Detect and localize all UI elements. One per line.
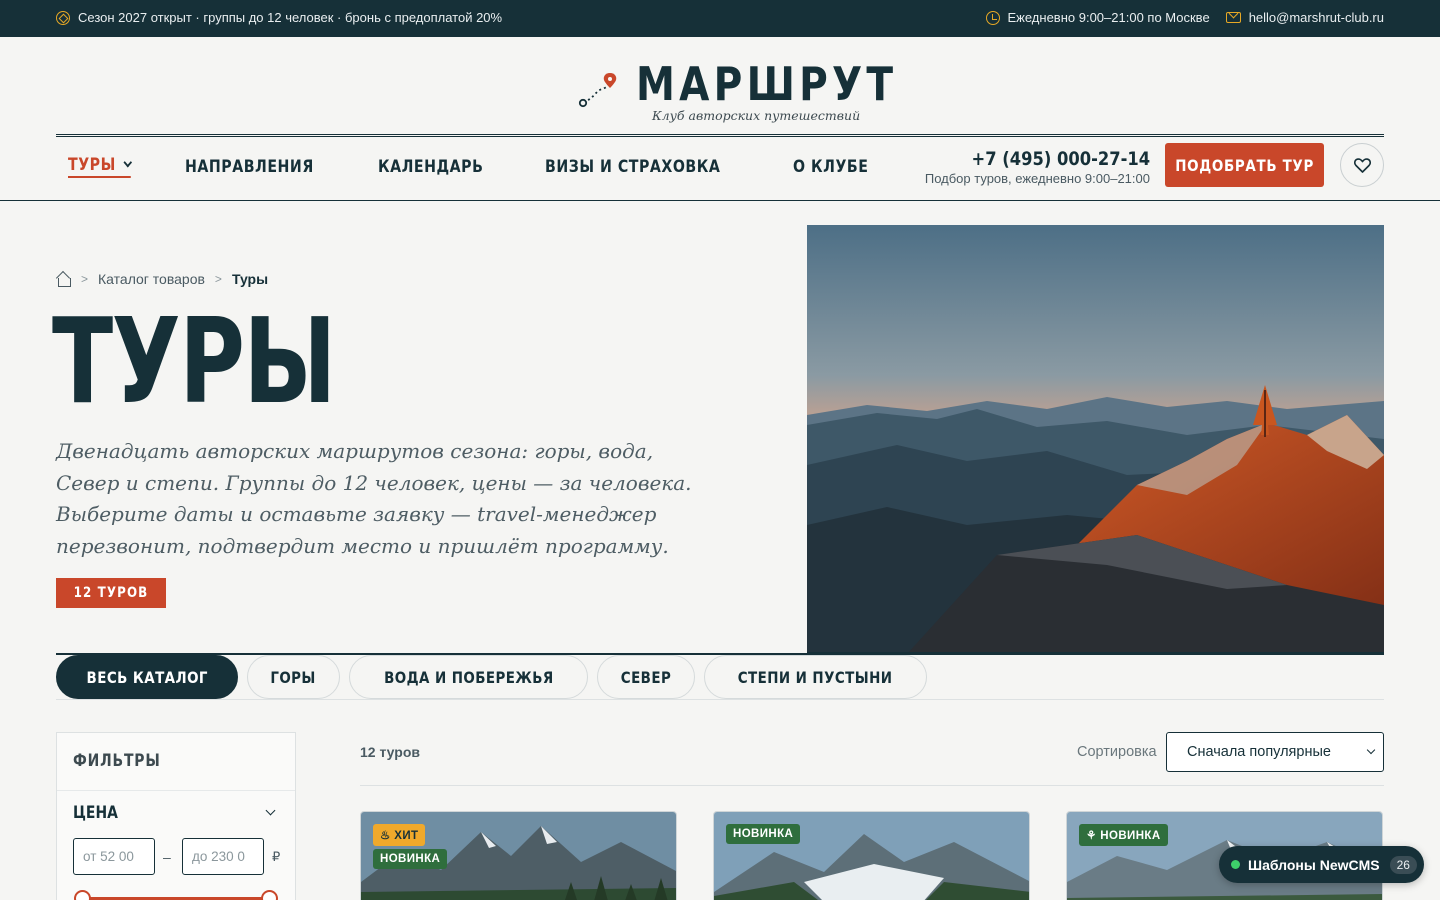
results-divider xyxy=(360,785,1384,786)
templates-widget[interactable]: Шаблоны NewCMS 26 xyxy=(1219,846,1424,883)
price-from-input[interactable]: от 52 00 xyxy=(73,838,155,875)
filters-divider xyxy=(57,790,295,791)
status-dot-icon xyxy=(1231,860,1240,869)
phone-note: Подбор туров, ежедневно 9:00–21:00 xyxy=(924,171,1150,186)
new-badge: ⚘ НОВИНКА xyxy=(1079,824,1168,846)
tab-label: СЕВЕР xyxy=(621,667,672,687)
brand-tagline: Клуб авторских путешествий xyxy=(652,108,861,123)
filters-panel: ФИЛЬТРЫ ЦЕНА от 52 00 – до 230 0 ₽ xyxy=(56,732,296,900)
breadcrumb-separator: > xyxy=(214,272,222,286)
chevron-down-icon[interactable] xyxy=(265,805,276,816)
working-hours: Ежедневно 9:00–21:00 по Москве xyxy=(985,10,1210,25)
price-slider-max-handle[interactable] xyxy=(261,890,278,900)
sort-select[interactable]: Сначала популярные xyxy=(1166,732,1384,772)
tab-mountains[interactable]: ГОРЫ xyxy=(247,655,340,699)
mail-icon xyxy=(1225,12,1241,23)
tab-label: ВЕСЬ КАТАЛОГ xyxy=(86,667,208,687)
compass-icon xyxy=(56,10,70,25)
contact-block: +7 (495) 000-27-14 Подбор туров, ежеднев… xyxy=(925,148,1150,186)
tab-steppes[interactable]: СТЕПИ И ПУСТЫНИ xyxy=(704,655,927,699)
site-header: МАРШРУТ Клуб авторских путешествий ТУРЫ … xyxy=(0,37,1440,201)
tab-all-catalog[interactable]: ВЕСЬ КАТАЛОГ xyxy=(56,655,239,699)
breadcrumb: > Каталог товаров > Туры xyxy=(56,271,268,287)
tab-label: ГОРЫ xyxy=(270,667,317,687)
breadcrumb-separator: > xyxy=(81,272,89,286)
nav-item-label: НАПРАВЛЕНИЯ xyxy=(184,157,314,176)
tours-count-label: 12 ТУРОВ xyxy=(73,585,149,601)
chevron-down-icon xyxy=(123,157,132,168)
page-title: ТУРЫ xyxy=(52,292,336,430)
price-slider-min-handle[interactable] xyxy=(74,890,91,900)
main-nav: ТУРЫ НАПРАВЛЕНИЯ КАЛЕНДАРЬ ВИЗЫ И СТРАХО… xyxy=(68,155,881,178)
price-range-dash: – xyxy=(163,849,171,865)
breadcrumb-catalog[interactable]: Каталог товаров xyxy=(98,271,205,287)
nav-item-calendar[interactable]: КАЛЕНДАРЬ xyxy=(378,155,483,178)
hero-image xyxy=(807,225,1384,654)
logo[interactable]: МАРШРУТ Клуб авторских путешествий xyxy=(576,57,893,127)
nav-item-label: ТУРЫ xyxy=(68,155,116,174)
new-badge: НОВИНКА xyxy=(726,824,801,844)
brand-name: МАРШРУТ xyxy=(636,57,898,111)
route-pin-icon xyxy=(578,73,617,108)
clock-icon xyxy=(985,10,1000,25)
hit-badge: ♨ ХИТ xyxy=(373,824,426,846)
email-link[interactable]: hello@marshrut-club.ru xyxy=(1225,10,1384,25)
filters-title: ФИЛЬТРЫ xyxy=(73,751,161,771)
sort-value: Сначала популярные xyxy=(1187,744,1331,760)
announcement-text: Сезон 2027 открыт · группы до 12 человек… xyxy=(78,10,503,25)
breadcrumb-current: Туры xyxy=(231,271,269,287)
price-filter-title[interactable]: ЦЕНА xyxy=(73,803,118,823)
results-count: 12 туров xyxy=(360,744,420,760)
nav-item-destinations[interactable]: НАПРАВЛЕНИЯ xyxy=(185,155,314,178)
nav-item-label: КАЛЕНДАРЬ xyxy=(378,157,484,176)
header-divider xyxy=(56,134,1384,137)
season-announcement: Сезон 2027 открыт · группы до 12 человек… xyxy=(56,10,502,25)
home-icon[interactable] xyxy=(56,272,71,287)
email-text[interactable]: hello@marshrut-club.ru xyxy=(1249,10,1384,25)
phone-number[interactable]: +7 (495) 000-27-14 xyxy=(956,148,1150,170)
pick-tour-button[interactable]: ПОДОБРАТЬ ТУР xyxy=(1165,143,1324,187)
page-description: Двенадцать авторских маршрутов сезона: г… xyxy=(56,439,692,558)
top-bar: Сезон 2027 открыт · группы до 12 человек… xyxy=(0,0,1440,37)
mountain-sunset-illustration xyxy=(807,225,1384,652)
tab-water[interactable]: ВОДА И ПОБЕРЕЖЬЯ xyxy=(348,655,589,699)
tour-card[interactable]: ♨ ХИТ НОВИНКА xyxy=(360,811,677,900)
tab-label: ВОДА И ПОБЕРЕЖЬЯ xyxy=(383,667,554,687)
nav-item-visas[interactable]: ВИЗЫ И СТРАХОВКА xyxy=(545,155,720,178)
sort-label: Сортировка xyxy=(1077,744,1157,760)
pick-tour-label: ПОДОБРАТЬ ТУР xyxy=(1175,155,1314,175)
tours-count-badge: 12 ТУРОВ xyxy=(56,578,166,608)
widget-count-badge: 26 xyxy=(1389,855,1417,874)
heart-icon xyxy=(1353,157,1371,173)
chevron-down-icon xyxy=(1366,745,1376,755)
nav-item-about[interactable]: О КЛУБЕ xyxy=(793,155,868,178)
nav-item-label: О КЛУБЕ xyxy=(792,157,869,176)
category-tabs: ВЕСЬ КАТАЛОГ ГОРЫ ВОДА И ПОБЕРЕЖЬЯ СЕВЕР… xyxy=(56,655,927,699)
favorites-button[interactable] xyxy=(1340,143,1384,187)
tab-north[interactable]: СЕВЕР xyxy=(597,655,696,699)
new-badge: НОВИНКА xyxy=(373,849,448,869)
hours-text: Ежедневно 9:00–21:00 по Москве xyxy=(1007,10,1210,25)
tabs-bottom-divider xyxy=(56,699,1384,700)
tab-label: СТЕПИ И ПУСТЫНИ xyxy=(738,667,893,687)
price-to-input[interactable]: до 230 0 xyxy=(182,838,264,875)
widget-label: Шаблоны NewCMS xyxy=(1248,856,1380,873)
currency-label: ₽ xyxy=(272,849,281,864)
tour-card[interactable]: НОВИНКА xyxy=(713,811,1030,900)
nav-item-tours[interactable]: ТУРЫ xyxy=(68,155,132,178)
nav-item-label: ВИЗЫ И СТРАХОВКА xyxy=(544,157,721,176)
